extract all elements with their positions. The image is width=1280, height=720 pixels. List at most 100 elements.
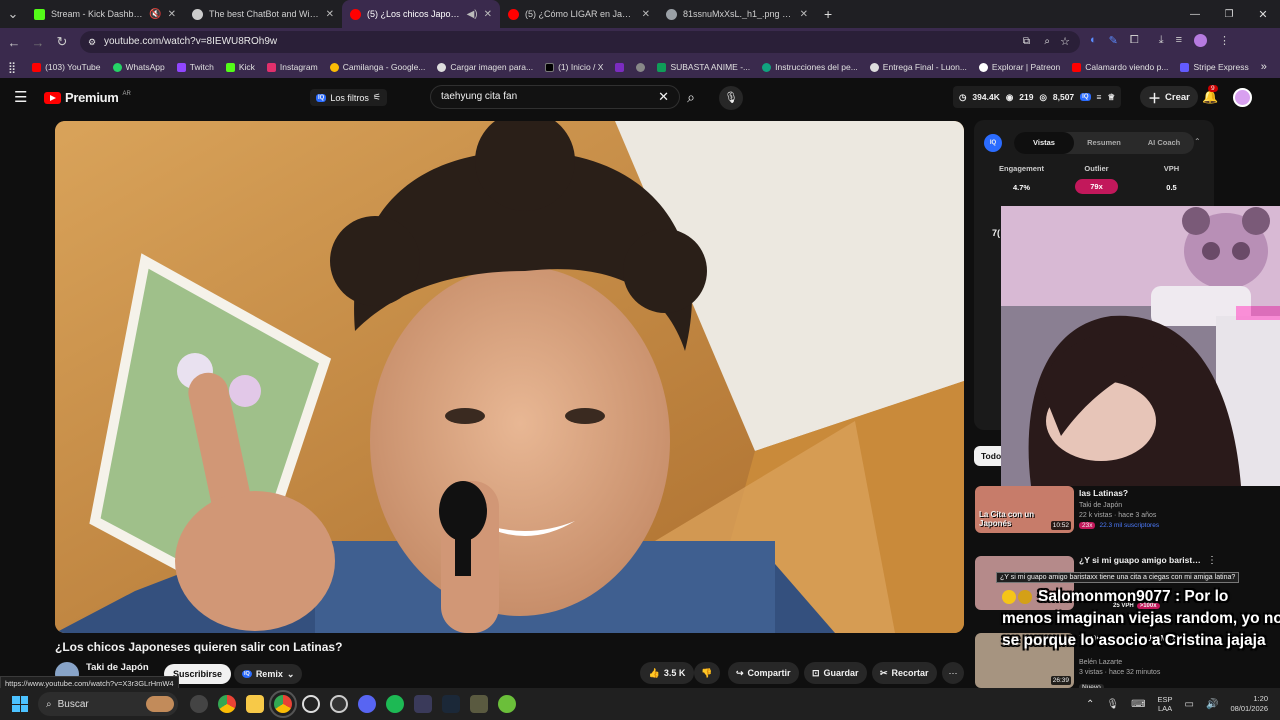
avatar[interactable]: [1233, 88, 1252, 107]
app-icon[interactable]: [414, 695, 432, 713]
tab-list-icon[interactable]: ≡: [1176, 34, 1182, 47]
taskview-icon[interactable]: [190, 695, 208, 713]
site-info-icon[interactable]: ⚙: [88, 31, 96, 53]
reload-icon[interactable]: ↻: [50, 34, 74, 50]
filters-button[interactable]: IQ Los filtros ⚟: [310, 89, 387, 106]
keyboard-icon[interactable]: ⌨: [1131, 699, 1145, 710]
zoom-icon[interactable]: ⌕: [1044, 31, 1050, 53]
notifications-icon[interactable]: 🔔 9: [1202, 85, 1218, 105]
bookmark-upload[interactable]: Cargar imagen para...: [437, 62, 533, 72]
close-icon[interactable]: ✕: [800, 9, 808, 20]
monitor-icon[interactable]: ▭: [1185, 699, 1194, 710]
bookmark-purple[interactable]: [615, 62, 625, 72]
bookmark-youtube[interactable]: (103) YouTube: [32, 62, 101, 72]
forward-icon[interactable]: →: [26, 35, 50, 50]
system-tray[interactable]: ⌃ 🎙 ⌨ ESP LAA ▭ 🔊 1:20 08/01/2026: [1086, 694, 1280, 714]
remix-button[interactable]: IQ Remix ⌄: [234, 664, 303, 684]
steam-icon[interactable]: [442, 695, 460, 713]
discord-icon[interactable]: [358, 695, 376, 713]
chrome-active-icon[interactable]: [269, 690, 297, 718]
install-icon[interactable]: ⧉: [1023, 31, 1030, 53]
save-button[interactable]: ⊡ Guardar: [804, 662, 867, 684]
tab-ai-coach[interactable]: AI Coach: [1134, 132, 1194, 154]
extension-icon[interactable]: ◐: [1090, 34, 1097, 47]
bookmark-stripe[interactable]: Stripe Express: [1180, 62, 1249, 72]
vidiq-icon[interactable]: IQ: [1080, 93, 1091, 101]
bookmark-whatsapp[interactable]: WhatsApp: [112, 62, 165, 72]
download-icon[interactable]: ⤓: [1159, 34, 1164, 47]
dislike-button[interactable]: 👎: [694, 662, 720, 684]
menu-icon[interactable]: ⋮: [1219, 34, 1230, 47]
profile-avatar[interactable]: [1193, 34, 1207, 47]
rec-item[interactable]: las Latinas? Taki de Japón 22 k vistas ·…: [1079, 488, 1209, 529]
rec-menu-icon[interactable]: ⋮: [1207, 555, 1217, 566]
bookmark-twitch[interactable]: Twitch: [176, 62, 214, 72]
star-icon[interactable]: ☆: [1060, 31, 1070, 53]
bookmark-kick[interactable]: Kick: [225, 62, 255, 72]
tab-vistas[interactable]: Vistas: [1014, 132, 1074, 154]
settings-icon[interactable]: [330, 695, 348, 713]
tab-youtube-ligar[interactable]: (5) ¿Cómo LIGAR en Japón sien✕: [500, 0, 658, 28]
rec-thumbnail[interactable]: La Cita con un Japonés 10:52: [975, 486, 1074, 533]
extension-icon[interactable]: ✎: [1109, 34, 1118, 47]
trophy-icon[interactable]: ♕: [1107, 92, 1115, 103]
share-button[interactable]: ↪ Compartir: [728, 662, 799, 684]
windows-start-icon[interactable]: [12, 696, 28, 712]
close-icon[interactable]: ✕: [326, 9, 334, 20]
bookmark-entrega[interactable]: Entrega Final - Luon...: [869, 62, 967, 72]
rec-title[interactable]: ¿Y si mi guapo amigo baristaxx: [1079, 555, 1201, 565]
tab-kick-dashboard[interactable]: Stream - Kick Dashboard 🔇 ✕: [26, 0, 184, 28]
chevron-up-icon[interactable]: ⌃: [1086, 699, 1094, 710]
more-bookmarks-icon[interactable]: »: [1261, 61, 1267, 73]
file-explorer-icon[interactable]: [246, 695, 264, 713]
puzzle-icon[interactable]: ⧠: [1130, 34, 1139, 47]
tab-youtube-active[interactable]: (5) ¿Los chicos Japoneses q◀)✕: [342, 0, 500, 28]
url-bar[interactable]: ⚙ youtube.com/watch?v=8IEWU8ROh9w ⧉ ⌕ ☆: [80, 31, 1080, 53]
clip-button[interactable]: ✂ Recortar: [872, 662, 937, 684]
tab-png[interactable]: 81ssnuMxXsL._h1_.png (512×5✕: [658, 0, 816, 28]
close-window-icon[interactable]: ✕: [1246, 8, 1280, 21]
bookmark-instagram[interactable]: Instagram: [266, 62, 318, 72]
minimize-icon[interactable]: —: [1178, 9, 1212, 20]
bookmark-chatgpt[interactable]: Instrucciones del pe...: [762, 62, 858, 72]
back-icon[interactable]: ←: [2, 35, 26, 50]
chrome-icon[interactable]: [218, 695, 236, 713]
clear-icon[interactable]: ✕: [658, 86, 669, 108]
list-icon[interactable]: ≡: [1097, 92, 1102, 102]
like-button[interactable]: 👍 3.5 K: [640, 662, 694, 684]
xbox-icon[interactable]: [498, 695, 516, 713]
youtube-logo[interactable]: Premium AR: [44, 90, 131, 105]
bookmark-sheets[interactable]: SUBASTA ANIME -...: [657, 62, 750, 72]
clock[interactable]: 1:20 08/01/2026: [1230, 694, 1268, 714]
apps-icon[interactable]: ⣿: [8, 61, 16, 74]
close-icon[interactable]: ✕: [484, 9, 492, 20]
video-player[interactable]: [55, 121, 964, 633]
bookmark-globe[interactable]: [636, 62, 646, 72]
spotify-icon[interactable]: [386, 695, 404, 713]
tab-resumen[interactable]: Resumen: [1074, 132, 1134, 154]
mic-icon[interactable]: 🎙: [719, 86, 743, 110]
obs-icon[interactable]: [302, 695, 320, 713]
create-button[interactable]: ＋ Crear: [1140, 86, 1198, 108]
maximize-icon[interactable]: ❐: [1212, 9, 1246, 20]
close-icon[interactable]: ✕: [642, 9, 650, 20]
search-icon[interactable]: ⌕: [680, 84, 702, 110]
taskbar-search[interactable]: ⌕ Buscar: [38, 692, 178, 716]
mic-icon[interactable]: 🎙: [1106, 699, 1119, 710]
speaker-icon[interactable]: ◀): [467, 9, 478, 20]
bookmark-google[interactable]: Camilanga - Google...: [329, 62, 425, 72]
language-indicator[interactable]: ESP LAA: [1158, 695, 1173, 713]
collapse-icon[interactable]: ⌃: [1194, 137, 1201, 146]
tab-search-icon[interactable]: ⌄: [0, 6, 26, 22]
channel-name[interactable]: Taki de Japón: [86, 662, 149, 673]
tab-chatbot[interactable]: The best ChatBot and Widgets ✕: [184, 0, 342, 28]
bookmark-calamardo[interactable]: Calamardo viendo p...: [1072, 62, 1168, 72]
photo-app-icon[interactable]: [470, 695, 488, 713]
more-actions-button[interactable]: ⋯: [942, 662, 964, 684]
volume-icon[interactable]: 🔊: [1206, 699, 1218, 710]
search-input[interactable]: taehyung cita fan ✕: [430, 85, 680, 109]
bookmark-patreon[interactable]: Explorar | Patreon: [978, 62, 1060, 72]
close-icon[interactable]: ✕: [168, 9, 176, 20]
mute-icon[interactable]: 🔇: [149, 9, 161, 20]
bookmark-x[interactable]: (1) Inicio / X: [545, 62, 603, 72]
